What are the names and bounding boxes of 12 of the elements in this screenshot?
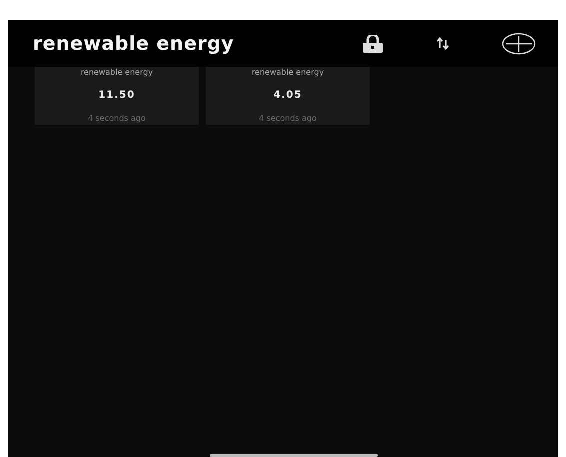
card-value: 4.05 [274, 90, 302, 101]
card-value: 11.50 [98, 90, 136, 101]
card-label: renewable energy [80, 68, 154, 77]
page-title: renewable energy [33, 32, 234, 54]
card-timestamp: 4 seconds ago [259, 114, 317, 123]
value-card[interactable]: renewable energy 11.50 4 seconds ago [35, 67, 199, 125]
sort-arrows-icon[interactable] [436, 37, 450, 50]
value-card[interactable]: renewable energy 4.05 4 seconds ago [206, 67, 370, 125]
lock-icon[interactable] [362, 34, 384, 52]
add-icon[interactable] [502, 32, 536, 54]
card-timestamp: 4 seconds ago [88, 114, 146, 123]
card-label: renewable energy [252, 68, 324, 77]
